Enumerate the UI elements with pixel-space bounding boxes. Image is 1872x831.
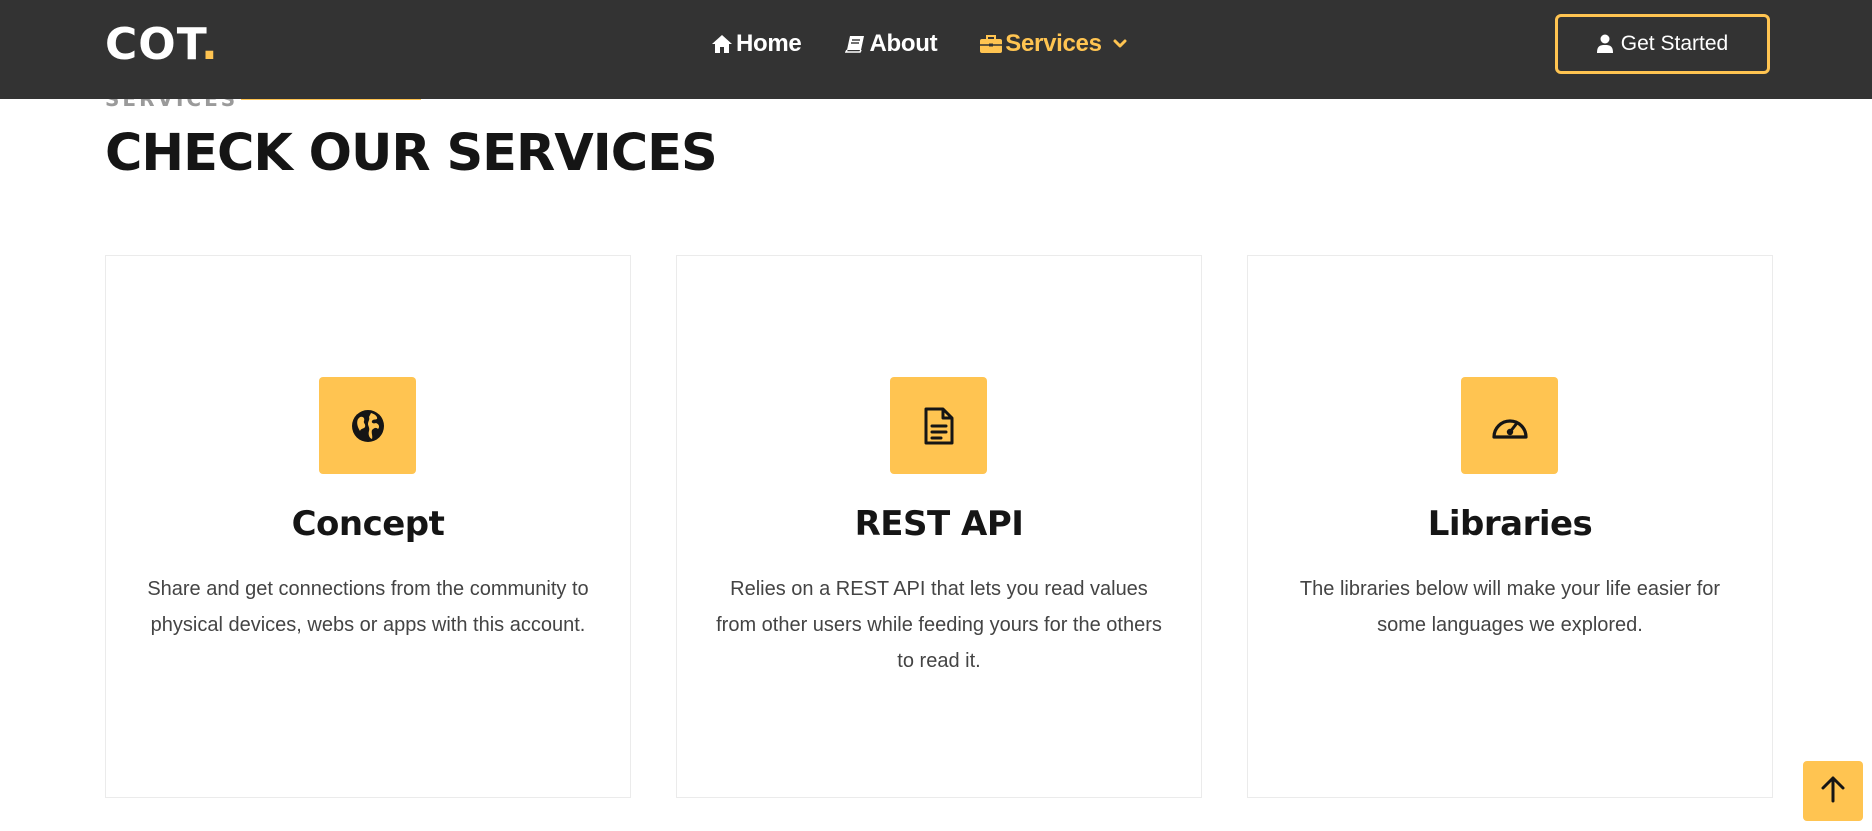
- card-description: Relies on a REST API that lets you read …: [716, 578, 1162, 672]
- logo-text: COT: [105, 19, 202, 70]
- user-icon: [1596, 34, 1615, 54]
- book-icon: [843, 32, 867, 56]
- nav-services-label: Services: [1005, 30, 1102, 57]
- service-card-rest-api: REST API Relies on a REST API that lets …: [676, 255, 1202, 798]
- section-heading: Check our Services: [105, 124, 718, 183]
- document-icon: [890, 377, 987, 474]
- nav-about[interactable]: About: [843, 30, 938, 58]
- briefcase-icon: [979, 32, 1003, 56]
- logo[interactable]: COT.: [105, 18, 219, 72]
- get-started-label: Get Started: [1620, 32, 1729, 55]
- card-title: REST API: [854, 504, 1024, 544]
- back-to-top-button[interactable]: [1803, 761, 1863, 821]
- globe-icon: [319, 377, 416, 474]
- speedometer-icon: [1461, 377, 1558, 474]
- arrow-up-icon: [1820, 775, 1846, 808]
- logo-dot: .: [201, 19, 219, 70]
- card-description: Share and get connections from the commu…: [147, 578, 589, 636]
- card-title: Concept: [291, 504, 445, 544]
- nav-services[interactable]: Services: [979, 30, 1127, 58]
- get-started-button[interactable]: Get Started: [1555, 14, 1770, 74]
- chevron-down-icon: [1112, 36, 1128, 52]
- card-description: The libraries below will make your life …: [1299, 578, 1721, 636]
- service-card-libraries: Libraries The libraries below will make …: [1247, 255, 1773, 798]
- home-icon: [710, 32, 734, 56]
- nav-home-label: Home: [736, 30, 802, 57]
- main-nav: Home About Services: [710, 28, 1170, 60]
- site-header: COT. Home About Services Get Started: [0, 0, 1872, 99]
- nav-about-label: About: [869, 30, 938, 57]
- nav-home[interactable]: Home: [710, 30, 802, 58]
- service-card-concept: Concept Share and get connections from t…: [105, 255, 631, 798]
- card-title: Libraries: [1427, 504, 1593, 544]
- services-grid: Concept Share and get connections from t…: [105, 255, 1773, 798]
